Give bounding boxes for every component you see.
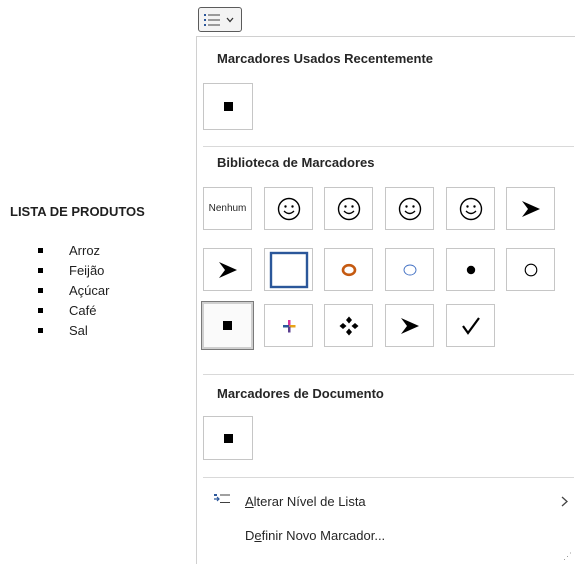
smiley-icon xyxy=(337,197,360,220)
square-bullet-icon xyxy=(38,307,43,313)
bullet-smiley[interactable] xyxy=(264,187,313,230)
define-new-bullet-label: Definir Novo Marcador... xyxy=(245,528,385,543)
square-bullet-icon xyxy=(38,327,43,333)
color-cross-icon xyxy=(282,319,295,332)
arrowhead-icon xyxy=(218,261,237,278)
smiley-icon xyxy=(459,197,482,220)
bullet-arrowhead[interactable] xyxy=(506,187,555,230)
bullet-smiley[interactable] xyxy=(446,187,495,230)
change-list-level-accesskey: A xyxy=(245,493,254,509)
four-diamonds-icon xyxy=(339,316,358,335)
light-blue-circle-icon xyxy=(403,264,416,275)
black-square-icon xyxy=(223,102,233,111)
bullet-light-blue-circle[interactable] xyxy=(385,248,434,291)
bullet-arrowhead[interactable] xyxy=(385,304,434,347)
black-dot-icon xyxy=(466,265,475,274)
square-bullet-icon xyxy=(38,267,43,273)
bullet-four-diamonds[interactable] xyxy=(324,304,373,347)
bullet-smiley[interactable] xyxy=(385,187,434,230)
define-new-bullet-accesskey: e xyxy=(254,527,262,543)
change-list-level-text: lterar Nível de Lista xyxy=(253,493,366,509)
list-item-text: Sal xyxy=(69,322,88,338)
document-title: LISTA DE PRODUTOS xyxy=(10,204,145,219)
bullets-split-button[interactable] xyxy=(198,7,242,32)
change-list-level-label: Alterar Nível de Lista xyxy=(245,494,366,509)
document-bullet-square[interactable] xyxy=(203,416,253,460)
black-square-icon xyxy=(223,321,232,330)
chevron-right-icon xyxy=(561,496,568,506)
chevron-down-icon[interactable] xyxy=(226,17,234,23)
square-bullet-icon xyxy=(38,287,43,293)
bullet-arrowhead[interactable] xyxy=(203,248,252,291)
list-item: Café xyxy=(38,300,109,320)
smiley-icon xyxy=(277,197,300,220)
arrowhead-icon xyxy=(521,200,540,217)
black-square-icon xyxy=(223,433,233,443)
bullet-color-cross[interactable] xyxy=(264,304,313,347)
change-list-level-item[interactable]: Alterar Nível de Lista xyxy=(197,486,575,516)
checkmark-icon xyxy=(461,316,480,335)
square-bullet-icon xyxy=(38,247,43,253)
resize-grip-icon[interactable]: ⋰ xyxy=(563,551,572,562)
list-item: Sal xyxy=(38,320,109,340)
bullet-black-dot[interactable] xyxy=(446,248,495,291)
bullet-blue-square[interactable] xyxy=(264,248,313,291)
recent-bullets-heading: Marcadores Usados Recentemente xyxy=(217,51,434,66)
list-item-text: Feijão xyxy=(69,262,105,278)
separator xyxy=(203,146,574,147)
recent-bullet-square[interactable] xyxy=(203,83,253,130)
define-new-bullet-text: finir Novo Marcador... xyxy=(261,527,386,543)
document-bullets-heading: Marcadores de Documento xyxy=(217,386,384,401)
bullet-none[interactable]: Nenhum xyxy=(203,187,252,230)
none-label: Nenhum xyxy=(208,203,247,214)
bullet-smiley[interactable] xyxy=(324,187,373,230)
list-item-text: Café xyxy=(69,302,97,318)
blue-square-outline-icon xyxy=(269,251,308,288)
product-list: Arroz Feijão Açúcar Café Sal xyxy=(38,240,109,340)
bullet-white-circle[interactable] xyxy=(506,248,555,291)
list-item: Feijão xyxy=(38,260,109,280)
list-item: Açúcar xyxy=(38,280,109,300)
define-new-bullet-first: D xyxy=(245,527,255,543)
list-item-text: Arroz xyxy=(69,242,101,258)
list-item: Arroz xyxy=(38,240,109,260)
separator xyxy=(203,374,574,375)
white-circle-icon xyxy=(524,263,537,276)
smiley-icon xyxy=(398,197,421,220)
bullet-black-square-selected[interactable] xyxy=(201,301,254,350)
bullet-list-icon xyxy=(204,13,220,26)
orange-ring-icon xyxy=(341,263,356,276)
bullet-library-dropdown: Marcadores Usados Recentemente Bibliotec… xyxy=(196,36,575,564)
bullet-orange-ring[interactable] xyxy=(324,248,373,291)
bullet-checkmark[interactable] xyxy=(446,304,495,347)
change-list-level-icon xyxy=(214,494,230,503)
define-new-bullet-item[interactable]: Definir Novo Marcador... xyxy=(197,520,575,550)
library-heading: Biblioteca de Marcadores xyxy=(217,155,375,170)
arrowhead-icon xyxy=(400,317,419,334)
list-item-text: Açúcar xyxy=(69,282,110,298)
separator xyxy=(203,477,574,478)
